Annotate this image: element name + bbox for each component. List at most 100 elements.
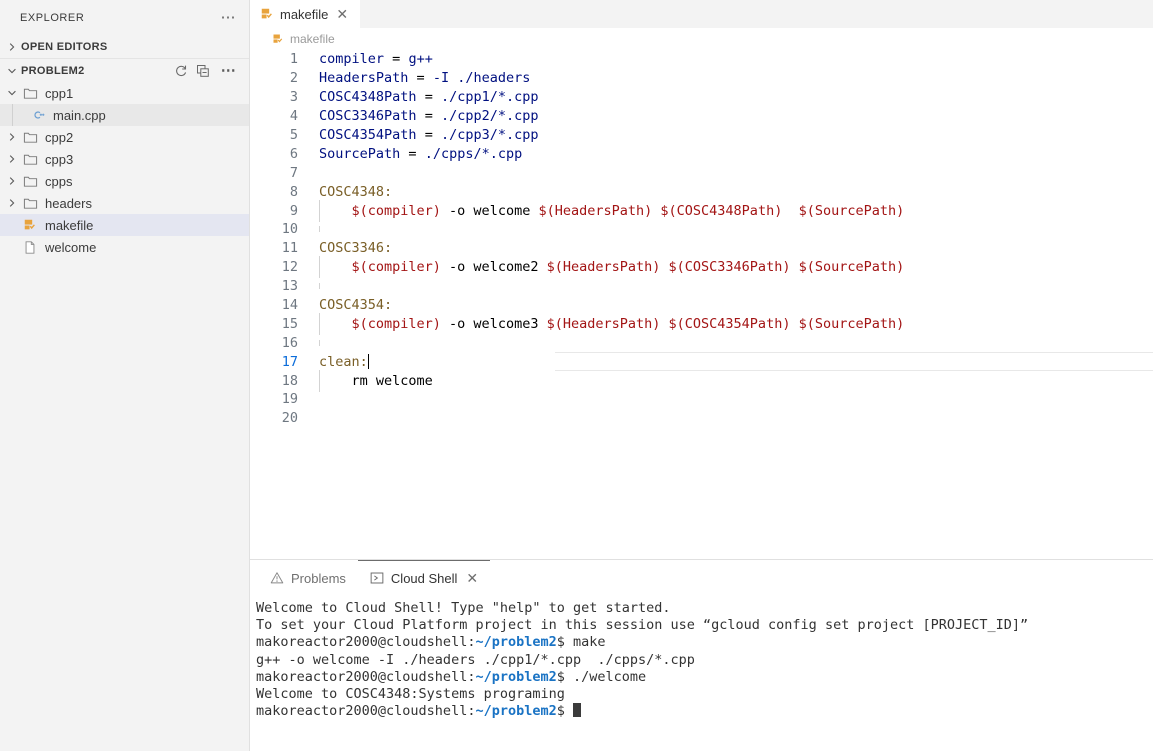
code-token: -I ./headers [432, 70, 531, 87]
indent-guide [319, 256, 320, 279]
folder-icon [20, 86, 40, 101]
collapse-all-icon[interactable] [193, 62, 213, 80]
tree-item-label: cpp3 [45, 151, 74, 167]
terminal-output[interactable]: Welcome to Cloud Shell! Type "help" to g… [250, 595, 1153, 751]
tree-item-cpps[interactable]: cpps [0, 170, 249, 192]
terminal-text: makoreactor2000@cloudshell: [256, 668, 476, 685]
code-line-16[interactable]: 16 [250, 333, 1153, 352]
panel-tab-bar: Problems Cloud Shell ✕ [250, 560, 1153, 595]
code-line-6[interactable]: 6 SourcePath = ./cpps/*.cpp [250, 144, 1153, 163]
bottom-panel: Problems Cloud Shell ✕ Welcome to Cloud Sh… [250, 559, 1153, 751]
panel-tab-problems[interactable]: Problems [258, 560, 358, 595]
warning-triangle-icon [270, 571, 284, 585]
tree-item-makefile[interactable]: makefile [0, 214, 249, 236]
tab-bar-filler [360, 0, 1153, 28]
code-token: rm welcome [351, 372, 433, 389]
code-token: compiler [319, 51, 385, 68]
line-number: 3 [289, 89, 298, 106]
code-line-8[interactable]: 8 COSC4348: [250, 182, 1153, 201]
plain-file-icon [20, 240, 40, 255]
tree-item-cpp3[interactable]: cpp3 [0, 148, 249, 170]
code-line-5[interactable]: 5 COSC4354Path = ./cpp3/*.cpp [250, 126, 1153, 145]
code-line-14[interactable]: 14 COSC4354: [250, 296, 1153, 315]
code-line-19[interactable]: 19 [250, 390, 1153, 409]
code-line-12[interactable]: 12 $(compiler) -o welcome2 $(HeadersPath… [250, 256, 1153, 279]
code-line-20[interactable]: 20 [250, 409, 1153, 428]
tab-makefile[interactable]: makefile ✕ [250, 0, 361, 28]
breadcrumb[interactable]: makefile [250, 28, 1153, 50]
terminal-icon [370, 571, 384, 585]
code-token: = [424, 127, 433, 143]
indent-guide [319, 339, 320, 346]
line-number: 2 [289, 70, 298, 87]
tree-item-label: headers [45, 195, 92, 211]
terminal-line-1: Welcome to Cloud Shell! Type "help" to g… [256, 600, 1153, 617]
code-token: clean: [319, 353, 368, 370]
terminal-cursor [573, 703, 581, 718]
panel-tab-cloud-shell[interactable]: Cloud Shell ✕ [357, 560, 491, 595]
code-line-10[interactable]: 10 [250, 220, 1153, 239]
code-line-3[interactable]: 3 COSC4348Path = ./cpp1/*.cpp [250, 88, 1153, 107]
makefile-icon [272, 33, 284, 45]
code-line-17[interactable]: 17 clean: [250, 352, 1153, 372]
code-line-15[interactable]: 15 $(compiler) -o welcome3 $(HeadersPath… [250, 312, 1153, 335]
code-line-11[interactable]: 11 COSC3346: [250, 239, 1153, 258]
line-content: rm welcome [298, 369, 1153, 392]
workspace-more-actions-icon[interactable]: ⋯ [215, 62, 243, 80]
tree-item-cpp1[interactable]: cpp1 [0, 82, 249, 104]
explorer-title-bar: EXPLORER ⋯ [0, 0, 249, 35]
line-number: 20 [281, 410, 298, 427]
indent-guide [319, 312, 320, 335]
tree-item-welcome[interactable]: welcome [0, 236, 249, 258]
code-line-9[interactable]: 9 $(compiler) -o welcome $(HeadersPath) … [250, 199, 1153, 222]
line-number: 18 [281, 372, 298, 389]
close-icon[interactable]: ✕ [334, 7, 350, 21]
line-number: 10 [281, 221, 298, 238]
code-line-2[interactable]: 2 HeadersPath = -I ./headers [250, 69, 1153, 88]
chevron-down-icon [4, 63, 20, 79]
line-number: 19 [281, 391, 298, 408]
terminal-text: makoreactor2000@cloudshell: [256, 703, 476, 720]
line-number: 14 [281, 297, 298, 314]
indent-guide [319, 199, 320, 222]
code-line-1[interactable]: 1 compiler = g++ [250, 50, 1153, 69]
explorer-more-actions-icon[interactable]: ⋯ [217, 10, 242, 25]
chevron-right-icon [4, 151, 20, 167]
terminal-line-4: g++ -o welcome -I ./headers ./cpp1/*.cpp… [256, 652, 1153, 669]
terminal-line-7: makoreactor2000@cloudshell:~/problem2$ [256, 703, 1153, 720]
breadcrumb-label: makefile [290, 32, 335, 46]
code-token: HeadersPath [319, 70, 409, 87]
code-editor[interactable]: 1 compiler = g++ 2 HeadersPath = -I ./heade… [250, 50, 1153, 559]
section-open-editors[interactable]: OPEN EDITORS [0, 35, 249, 58]
tree-item-label: cpp2 [45, 129, 74, 145]
close-icon[interactable]: ✕ [466, 571, 478, 585]
tree-item-main-cpp[interactable]: main.cpp [0, 104, 249, 126]
code-token: ./cpp1/*.cpp [440, 89, 539, 106]
code-line-18[interactable]: 18 rm welcome [250, 369, 1153, 392]
code-token: ./cpp2/*.cpp [440, 108, 539, 125]
code-token: $(compiler) [351, 315, 441, 332]
section-workspace[interactable]: PROBLEM2 ⋯ [0, 58, 249, 82]
line-content: compiler = g++ [298, 51, 1153, 67]
terminal-path: ~/problem2 [475, 634, 557, 651]
editor-area: makefile ✕ makefile 1 compiler = g++ 2 Head… [250, 0, 1153, 751]
code-line-13[interactable]: 13 [250, 277, 1153, 296]
makefile-icon [260, 7, 274, 21]
refresh-icon[interactable] [171, 62, 191, 80]
code-line-7[interactable]: 7 [250, 163, 1153, 182]
tree-item-headers[interactable]: headers [0, 192, 249, 214]
code-line-4[interactable]: 4 COSC3346Path = ./cpp2/*.cpp [250, 107, 1153, 126]
chevron-right-icon [4, 195, 20, 211]
tree-item-cpp2[interactable]: cpp2 [0, 126, 249, 148]
explorer-sidebar: EXPLORER ⋯ OPEN EDITORS PROBLEM2 ⋯ cpp1 … [0, 0, 250, 751]
line-content: SourcePath = ./cpps/*.cpp [298, 146, 1153, 162]
vscode-window: EXPLORER ⋯ OPEN EDITORS PROBLEM2 ⋯ cpp1 … [0, 0, 1153, 751]
